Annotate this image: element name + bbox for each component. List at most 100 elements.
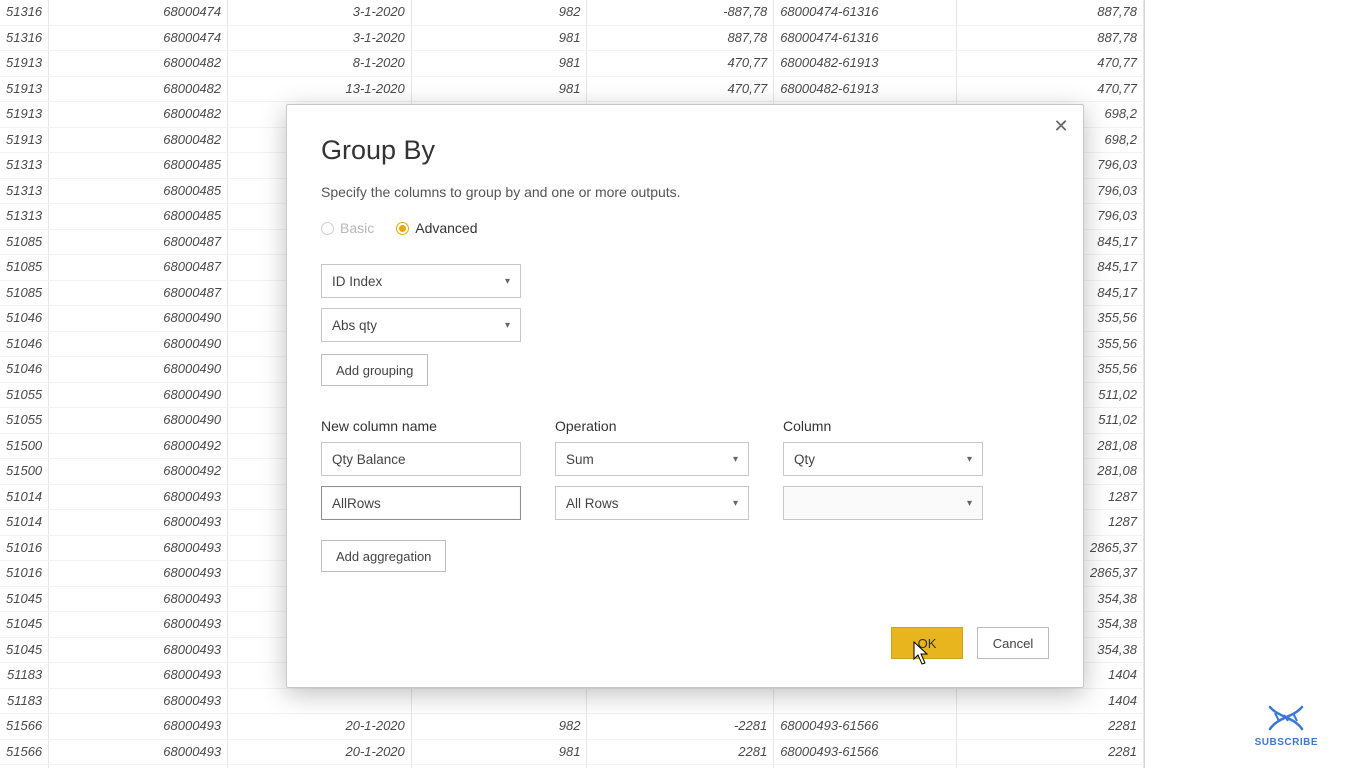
table-cell: 68000490 [49,382,228,408]
table-row[interactable]: 51316680004743-1-2020982-887,7868000474-… [0,0,1144,25]
chevron-down-icon: ▾ [733,498,738,509]
groupby-column-select-0[interactable]: ID Index ▾ [321,264,521,298]
agg-name-input-1[interactable] [321,486,521,520]
table-cell: 51566 [0,714,49,740]
table-cell: 51055 [0,382,49,408]
table-cell: 68000482-61913 [774,76,957,102]
table-cell: 68000493 [49,586,228,612]
table-cell: 68000482 [49,102,228,128]
radio-basic[interactable]: Basic [321,220,374,236]
agg-column-select-1[interactable]: ▾ [783,486,983,520]
cancel-button[interactable]: Cancel [977,627,1049,659]
dialog-subtitle: Specify the columns to group by and one … [321,184,1049,200]
table-cell: 68000493-61566 [774,739,957,765]
table-cell: 2281 [957,739,1144,765]
table-cell [774,688,957,714]
table-cell: 51016 [0,561,49,587]
table-cell [228,688,412,714]
groupby-col1-value: Abs qty [332,318,377,333]
table-row[interactable]: 51183680004931404 [0,688,1144,714]
table-cell: 470,77 [587,51,774,77]
table-row[interactable]: 510466800049429-1-2020981-191,8868000494… [0,765,1144,768]
table-cell: 68000490 [49,331,228,357]
table-row[interactable]: 519136800048213-1-2020981470,7768000482-… [0,76,1144,102]
agg-operation-select-1[interactable]: All Rows ▾ [555,486,749,520]
subscribe-watermark: SUBSCRIBE [1255,703,1318,748]
table-row[interactable]: 51316680004743-1-2020981887,7868000474-6… [0,25,1144,51]
table-cell: 68000493 [49,688,228,714]
radio-dot-icon [396,222,409,235]
groupby-column-select-1[interactable]: Abs qty ▾ [321,308,521,342]
table-cell: 68000490 [49,357,228,383]
table-cell: 68000494 [49,765,228,768]
table-cell: 51313 [0,153,49,179]
table-cell: 51313 [0,204,49,230]
table-cell: 51316 [0,0,49,25]
table-cell: 68000485 [49,178,228,204]
table-cell: 68000482 [49,127,228,153]
table-row[interactable]: 51913680004828-1-2020981470,7768000482-6… [0,51,1144,77]
agg-op1-value: All Rows [566,496,619,511]
chevron-down-icon: ▾ [733,454,738,465]
radio-advanced[interactable]: Advanced [396,220,477,236]
table-cell: 887,78 [587,25,774,51]
table-cell: 51500 [0,433,49,459]
table-cell: 13-1-2020 [228,76,412,102]
agg-column-select-0[interactable]: Qty ▾ [783,442,983,476]
add-aggregation-button[interactable]: Add aggregation [321,540,446,572]
table-cell: 68000482-61913 [774,51,957,77]
table-cell: -2281 [587,714,774,740]
table-cell: 68000492 [49,433,228,459]
table-cell: 981 [411,765,587,768]
ok-button[interactable]: OK [891,627,963,659]
radio-basic-label: Basic [340,220,374,236]
table-cell: 51913 [0,76,49,102]
table-cell: 68000493 [49,663,228,689]
dialog-buttons: OK Cancel [891,627,1049,659]
table-cell: 51085 [0,229,49,255]
mode-radio-group: Basic Advanced [321,220,1049,236]
aggregation-row: Sum ▾ Qty ▾ [321,442,1049,476]
close-icon[interactable]: ✕ [1049,115,1073,139]
table-cell: 20-1-2020 [228,739,412,765]
table-cell: 8-1-2020 [228,51,412,77]
table-cell: 51046 [0,306,49,332]
table-cell: 51913 [0,102,49,128]
table-cell: 68000493-61566 [774,714,957,740]
chevron-down-icon: ▾ [967,454,972,465]
aggregation-headers: New column name Operation Column [321,418,1049,434]
table-cell: 68000493 [49,484,228,510]
table-cell: 51046 [0,357,49,383]
table-cell: 51313 [0,178,49,204]
table-cell: 1404 [957,688,1144,714]
aggregation-row: All Rows ▾ ▾ [321,486,1049,520]
table-cell: 51500 [0,459,49,485]
table-cell: 51045 [0,637,49,663]
table-cell: 68000487 [49,280,228,306]
table-cell: 981 [411,51,587,77]
add-grouping-button[interactable]: Add grouping [321,354,428,386]
table-cell: 68000474 [49,25,228,51]
table-cell: 51085 [0,255,49,281]
table-cell: -191,88 [587,765,774,768]
table-cell: 470,77 [957,51,1144,77]
table-cell: 51016 [0,535,49,561]
table-cell: 68000494-61046 [774,765,957,768]
table-cell: 68000474-61316 [774,0,957,25]
agg-operation-select-0[interactable]: Sum ▾ [555,442,749,476]
table-cell: 51045 [0,586,49,612]
table-cell: 51085 [0,280,49,306]
agg-name-input-0[interactable] [321,442,521,476]
table-row[interactable]: 515666800049320-1-2020982-228168000493-6… [0,714,1144,740]
table-cell: 68000493 [49,739,228,765]
table-row[interactable]: 515666800049320-1-2020981228168000493-61… [0,739,1144,765]
table-cell: 2281 [587,739,774,765]
table-cell: 68000482 [49,51,228,77]
table-cell: 51183 [0,663,49,689]
header-operation: Operation [555,418,749,434]
table-cell: 51913 [0,51,49,77]
table-cell: 51913 [0,127,49,153]
right-gutter: SUBSCRIBE [1145,0,1366,768]
table-cell: 68000490 [49,408,228,434]
chevron-down-icon: ▾ [505,320,510,331]
